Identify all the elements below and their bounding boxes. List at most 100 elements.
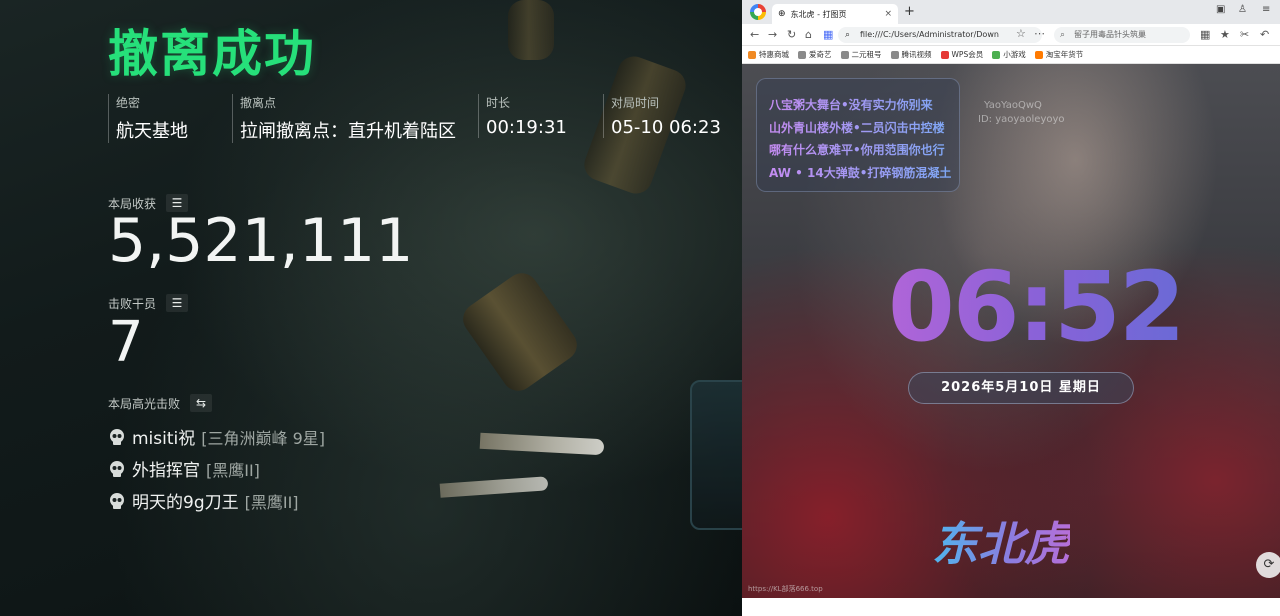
- watermark-line: ID: yaoyaoleyoyo: [978, 114, 1065, 125]
- highlights-label-row: 本局高光击败 ⇆: [108, 394, 213, 412]
- bookmark-icon: [798, 50, 806, 59]
- url-text: file:///C:/Users/Administrator/Down: [860, 30, 999, 39]
- bookmark-item[interactable]: 二元租号: [840, 49, 882, 60]
- bookmark-item[interactable]: 小游戏: [992, 49, 1026, 60]
- bullet-tip-decoration: [479, 432, 605, 456]
- kill-player-name: misiti祝: [132, 429, 196, 449]
- skull-icon: [110, 460, 124, 477]
- info-value: 05-10 06:23: [611, 117, 721, 138]
- site-url: https://KL部落666.top: [748, 585, 823, 593]
- bookmark-icon: [940, 50, 949, 59]
- info-value: 航天基地: [116, 121, 188, 142]
- highlight-kill-row: 明天的9g刀王 [黑鹰II]: [108, 488, 299, 513]
- kills-value: 7: [108, 310, 144, 375]
- page-bottom-strip: [742, 598, 1280, 616]
- grid-icon[interactable]: ▦: [1200, 28, 1210, 42]
- game-result-panel: 撤离成功 绝密 航天基地 撤离点 拉闸撤离点：直升机着陆区 时长 00:19:3…: [0, 0, 742, 616]
- bookmark-icon: [992, 50, 1001, 59]
- search-bar[interactable]: ⌕ 留子用毒品针头筑巢: [1054, 27, 1190, 43]
- bookmarks-bar: 特惠商城 爱奇艺 二元租号 腾讯视频 WPS会员 小游戏 淘宝年货节: [742, 46, 1280, 64]
- globe-icon: ⊕: [778, 9, 786, 19]
- search-icon: ⌕: [845, 30, 851, 40]
- kill-player-rank: [黑鹰II]: [244, 492, 299, 512]
- skull-icon: [110, 428, 124, 445]
- new-tab-button[interactable]: +: [904, 5, 915, 19]
- star-icon[interactable]: ☆: [1016, 27, 1026, 41]
- tab-title: 东北虎 - 打图页: [790, 9, 847, 19]
- kill-player-name: 明天的9g刀王: [132, 493, 239, 513]
- tab-bar: ⊕ 东北虎 - 打图页 × + ▣ ♙ ≡: [742, 0, 1280, 24]
- bookmark-label: WPS会员: [951, 50, 984, 59]
- favorite-icon[interactable]: ★: [1220, 28, 1230, 42]
- bookmark-label: 腾讯视频: [901, 50, 932, 59]
- search-icon: ⌕: [1060, 30, 1066, 40]
- navigation-bar: ← → ↻ ⌂ ▦ ⌕ file:///C:/Users/Administrat…: [742, 24, 1280, 46]
- info-label: 对局时间: [611, 96, 660, 110]
- refresh-icon[interactable]: ⟳: [1256, 552, 1280, 578]
- bookmark-label: 淘宝年货节: [1045, 50, 1084, 59]
- date-pill: 2026年5月10日 星期日: [908, 372, 1134, 404]
- bookmark-item[interactable]: 爱奇艺: [798, 49, 832, 60]
- browser-logo-icon[interactable]: [750, 4, 766, 20]
- highlight-kill-row: misiti祝 [三角洲巅峰 9星]: [108, 424, 325, 449]
- notice-line: 山外青山楼外楼•二员闪击中控楼: [769, 117, 959, 140]
- income-value: 5,521,111: [108, 206, 414, 276]
- bookmark-icon: [1034, 50, 1043, 59]
- bullet-shell-decoration: [456, 266, 584, 398]
- highlights-label: 本局高光击败: [108, 396, 181, 411]
- photo-watermark: YaoYaoQwQ ID: yaoyaoleyoyo: [978, 99, 1065, 127]
- bookmark-item[interactable]: 特惠商城: [748, 49, 789, 60]
- info-mode: 绝密 航天基地: [108, 94, 188, 143]
- list-icon[interactable]: ☰: [166, 294, 189, 312]
- kill-player-rank: [黑鹰II]: [206, 460, 260, 480]
- browser-window: ⊕ 东北虎 - 打图页 × + ▣ ♙ ≡ ← → ↻ ⌂ ▦ ⌕ file:/…: [742, 0, 1280, 616]
- kill-player-rank: [三角洲巅峰 9星]: [201, 428, 326, 448]
- skull-icon: [110, 492, 124, 509]
- bookmark-item[interactable]: 淘宝年货节: [1034, 49, 1084, 60]
- info-label: 撤离点: [240, 96, 277, 110]
- kills-label: 击败干员: [108, 296, 157, 311]
- info-label: 绝密: [116, 96, 141, 110]
- bookmark-label: 二元租号: [851, 50, 882, 59]
- bookmark-item[interactable]: 腾讯视频: [890, 49, 932, 60]
- bookmark-icon: [840, 50, 849, 59]
- reload-icon[interactable]: ↻: [787, 28, 796, 42]
- cut-icon[interactable]: ✂: [1240, 28, 1249, 42]
- info-extraction-point: 撤离点 拉闸撤离点：直升机着陆区: [232, 94, 456, 143]
- clock-time: 06:52: [888, 251, 1186, 363]
- info-duration: 时长 00:19:31: [478, 94, 567, 138]
- extraction-title: 撤离成功: [108, 25, 316, 83]
- home-icon[interactable]: ⌂: [805, 28, 812, 42]
- back-icon[interactable]: ←: [750, 28, 759, 42]
- app-icon[interactable]: ▦: [823, 28, 833, 42]
- info-label: 时长: [486, 96, 511, 110]
- highlight-kill-row: 外指挥官 [黑鹰II]: [108, 456, 260, 481]
- notice-card: 八宝粥大舞台•没有实力你别来 山外青山楼外楼•二员闪击中控楼 哪有什么意难平•你…: [756, 78, 960, 192]
- tab-close-icon[interactable]: ×: [884, 9, 892, 19]
- bookmark-label: 特惠商城: [759, 50, 789, 59]
- device-decoration: [690, 380, 742, 530]
- tab-counter-icon[interactable]: ▣: [1216, 4, 1225, 15]
- watermark-line: YaoYaoQwQ: [984, 100, 1042, 111]
- bookmark-label: 爱奇艺: [809, 50, 832, 59]
- info-value: 00:19:31: [486, 117, 567, 138]
- notice-line: 八宝粥大舞台•没有实力你别来: [769, 94, 959, 117]
- undo-icon[interactable]: ↶: [1260, 28, 1269, 42]
- bookmark-icon: [748, 50, 756, 59]
- more-icon[interactable]: ⋯: [1034, 27, 1045, 41]
- menu-icon[interactable]: ≡: [1262, 4, 1270, 15]
- bullet-shell-decoration: [508, 0, 554, 60]
- forward-icon[interactable]: →: [768, 28, 777, 42]
- tab-active[interactable]: ⊕ 东北虎 - 打图页 ×: [772, 4, 898, 24]
- info-match-time: 对局时间 05-10 06:23: [603, 94, 721, 138]
- notice-line: AW • 14大弹鼓•打碎钢筋混凝土: [769, 162, 959, 185]
- bookmark-item[interactable]: WPS会员: [940, 49, 984, 60]
- address-bar[interactable]: ⌕ file:///C:/Users/Administrator/Down: [838, 27, 1042, 43]
- swap-icon[interactable]: ⇆: [190, 394, 213, 412]
- bookmark-icon: [890, 50, 899, 59]
- kill-player-name: 外指挥官: [132, 461, 200, 481]
- shirt-icon[interactable]: ♙: [1238, 4, 1247, 15]
- info-value: 拉闸撤离点：直升机着陆区: [240, 121, 456, 142]
- wallpaper-page: 八宝粥大舞台•没有实力你别来 山外青山楼外楼•二员闪击中控楼 哪有什么意难平•你…: [742, 64, 1280, 598]
- brand-logo-text: 东北虎: [932, 508, 1070, 574]
